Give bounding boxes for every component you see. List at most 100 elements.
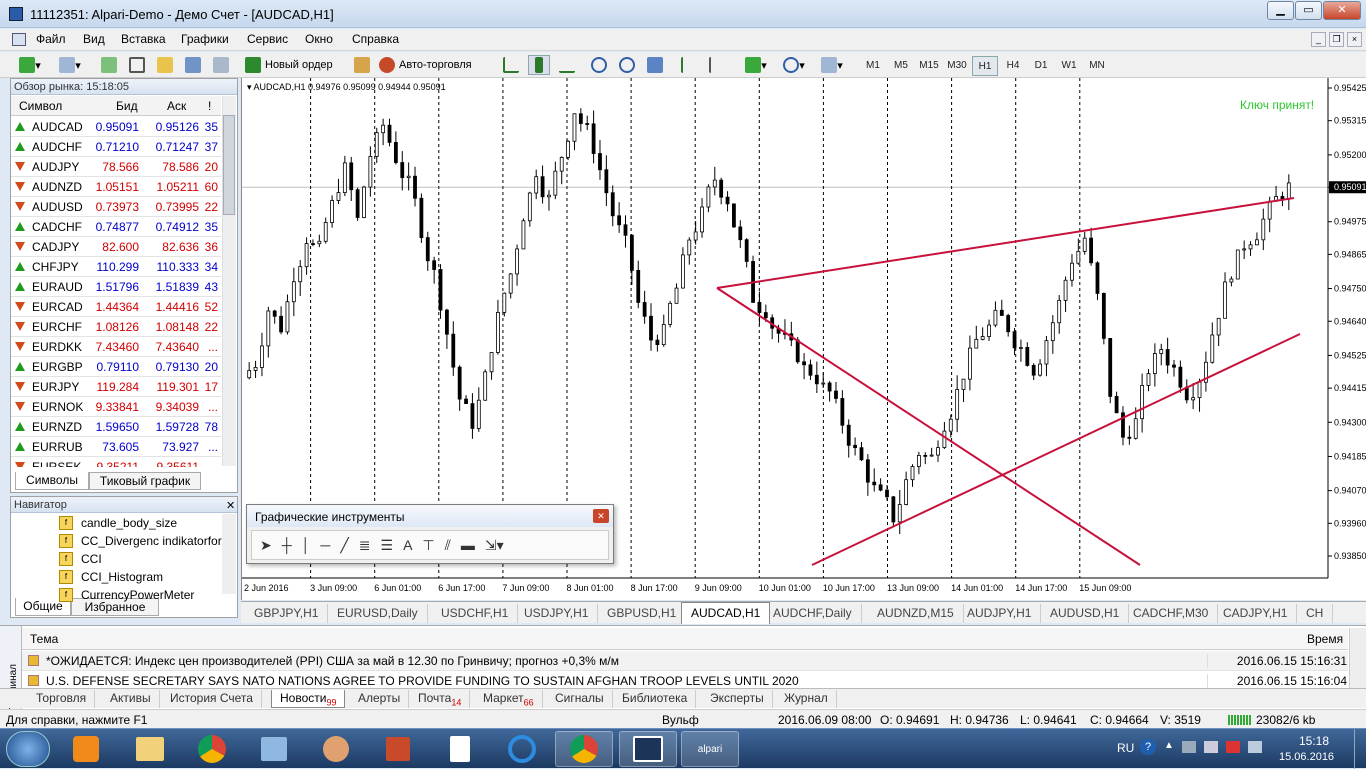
col-time-header[interactable]: Время: [1307, 632, 1343, 646]
market-watch-row[interactable]: CADJPY 82.600 82.636 36: [11, 237, 221, 257]
taskbar-ie[interactable]: [493, 731, 551, 767]
candle-chart-button[interactable]: [528, 55, 550, 75]
news-row[interactable]: *ОЖИДАЕТСЯ: Индекс цен производителей (P…: [22, 651, 1348, 671]
market-watch-row[interactable]: EURNOK 9.33841 9.34039...: [11, 397, 221, 417]
timeframe-button[interactable]: M30: [944, 56, 970, 76]
timeframe-button[interactable]: H1: [972, 56, 998, 76]
market-watch-row[interactable]: AUDUSD 0.73973 0.73995 22: [11, 197, 221, 217]
tile-windows-button[interactable]: [644, 55, 666, 75]
child-window-icon[interactable]: [12, 33, 26, 46]
chart-tab[interactable]: USDCHF,H1: [432, 604, 519, 623]
templates-button[interactable]: ▾: [816, 55, 848, 75]
zoom-out-button[interactable]: [616, 55, 638, 75]
maximize-button[interactable]: ▭: [1295, 1, 1322, 20]
navigator-item[interactable]: CCI: [81, 552, 102, 566]
taskbar-alpari[interactable]: alpari: [681, 731, 739, 767]
tab-tick-chart[interactable]: Тиковый график: [89, 472, 201, 490]
terminal-scrollbar[interactable]: [1349, 628, 1366, 690]
chart-tab[interactable]: GBPUSD,H1: [598, 604, 687, 623]
trendline-tool-icon[interactable]: ╱: [340, 537, 348, 554]
terminal-tab[interactable]: Сигналы: [547, 690, 613, 708]
navigator-item[interactable]: CCI_Histogram: [81, 570, 163, 584]
child-restore-button[interactable]: ❐: [1329, 32, 1344, 47]
chart-tab[interactable]: AUDCHF,Daily: [764, 604, 862, 623]
data-window-toggle[interactable]: [126, 55, 148, 75]
taskbar-chrome[interactable]: [183, 731, 241, 767]
close-window-button[interactable]: ✕: [1323, 1, 1361, 20]
cursor-tool-icon[interactable]: ➤: [260, 537, 272, 554]
timeframe-button[interactable]: W1: [1056, 56, 1082, 76]
label-tool-icon[interactable]: ⊤: [422, 537, 434, 554]
clock-date[interactable]: 15.06.2016: [1279, 751, 1334, 763]
market-watch-row[interactable]: EURSEK 9.35211 9.35611...: [11, 457, 221, 467]
tray-expand-icon[interactable]: ▲: [1164, 740, 1174, 751]
terminal-tab[interactable]: Библиотека: [614, 690, 697, 708]
terminal-tab[interactable]: Маркет66: [475, 690, 543, 708]
market-watch-row[interactable]: EURDKK 7.43460 7.43640...: [11, 337, 221, 357]
chart-tab[interactable]: AUDCAD,H1: [681, 602, 771, 624]
crosshair-tool-icon[interactable]: ┼: [282, 537, 292, 553]
periods-button[interactable]: ▾: [778, 55, 810, 75]
market-watch-row[interactable]: AUDCAD 0.95091 0.95126 35: [11, 117, 221, 137]
taskbar-metatrader[interactable]: [619, 731, 677, 767]
taskbar-explorer[interactable]: [121, 731, 179, 767]
flag-icon[interactable]: [1226, 741, 1240, 753]
rectangle-tool-icon[interactable]: ▬: [461, 537, 475, 553]
terminal-tab[interactable]: Эксперты: [702, 690, 773, 708]
taskbar-notepad[interactable]: [431, 731, 489, 767]
chart-tab[interactable]: GBPJPY,H1: [245, 604, 329, 623]
taskbar-control-panel[interactable]: [245, 731, 303, 767]
menu-window[interactable]: Окно: [305, 32, 333, 46]
taskbar-chrome-open[interactable]: [555, 731, 613, 767]
taskbar-media-player[interactable]: [57, 731, 115, 767]
market-watch-row[interactable]: CADCHF 0.74877 0.74912 35: [11, 217, 221, 237]
timeframe-button[interactable]: M1: [860, 56, 886, 76]
navigator-item[interactable]: CC_Divergenc indikatorfor: [81, 534, 222, 548]
zoom-in-button[interactable]: [588, 55, 610, 75]
terminal-tab[interactable]: Активы: [102, 690, 160, 708]
tester-toggle[interactable]: [210, 55, 232, 75]
market-watch-row[interactable]: CHFJPY 110.299 110.333 34: [11, 257, 221, 277]
terminal-toggle[interactable]: [182, 55, 204, 75]
timeframe-button[interactable]: M15: [916, 56, 942, 76]
horizontal-line-tool-icon[interactable]: ─: [320, 537, 330, 553]
col-bid-header[interactable]: Бид: [116, 99, 138, 113]
indicators-button[interactable]: ▾: [740, 55, 772, 75]
navigator-item[interactable]: CurrencyPowerMeter: [81, 588, 194, 602]
market-watch-row[interactable]: EURAUD 1.51796 1.51839 43: [11, 277, 221, 297]
new-chart-button[interactable]: ▾: [14, 55, 46, 75]
market-watch-row[interactable]: EURGBP 0.79110 0.79130 20: [11, 357, 221, 377]
fibo-tool-icon[interactable]: ☰: [381, 537, 394, 554]
metaeditor-button[interactable]: [352, 55, 372, 75]
profiles-button[interactable]: ▾: [54, 55, 86, 75]
market-watch-row[interactable]: EURNZD 1.59650 1.59728 78: [11, 417, 221, 437]
menu-insert[interactable]: Вставка: [121, 32, 166, 46]
chart-tab[interactable]: AUDUSD,H1: [1041, 604, 1130, 623]
market-watch-toggle[interactable]: [98, 55, 120, 75]
chart-tab[interactable]: CADJPY,H1: [1214, 604, 1298, 623]
clock-time[interactable]: 15:18: [1299, 734, 1329, 748]
terminal-tab[interactable]: Журнал: [776, 690, 837, 708]
terminal-tab[interactable]: История Счета: [162, 690, 262, 708]
col-spread-header[interactable]: !: [208, 99, 211, 113]
market-watch-row[interactable]: EURCHF 1.08126 1.08148 22: [11, 317, 221, 337]
tab-symbols[interactable]: Символы: [15, 472, 89, 490]
navigator-item[interactable]: candle_body_size: [81, 516, 177, 530]
chart-tab[interactable]: AUDJPY,H1: [958, 604, 1042, 623]
timeframe-button[interactable]: H4: [1000, 56, 1026, 76]
chart-tab[interactable]: CH: [1297, 604, 1334, 623]
graphic-tools-close-button[interactable]: ✕: [593, 509, 609, 523]
autoscroll-button[interactable]: [678, 55, 700, 75]
terminal-tab[interactable]: Новости99: [271, 690, 346, 708]
arrows-tool-icon[interactable]: ⇲▾: [485, 537, 504, 554]
market-watch-row[interactable]: EURCAD 1.44364 1.44416 52: [11, 297, 221, 317]
terminal-tab[interactable]: Алерты: [350, 690, 410, 708]
market-watch-row[interactable]: EURJPY 119.284 119.301 17: [11, 377, 221, 397]
speaker-tray-icon[interactable]: [1248, 741, 1262, 753]
navigator-scrollbar[interactable]: [222, 514, 236, 594]
col-topic-header[interactable]: Тема: [30, 632, 58, 646]
child-close-button[interactable]: ×: [1347, 32, 1362, 47]
timeframe-button[interactable]: M5: [888, 56, 914, 76]
menu-charts[interactable]: Графики: [181, 32, 229, 46]
menu-tools[interactable]: Сервис: [247, 32, 288, 46]
